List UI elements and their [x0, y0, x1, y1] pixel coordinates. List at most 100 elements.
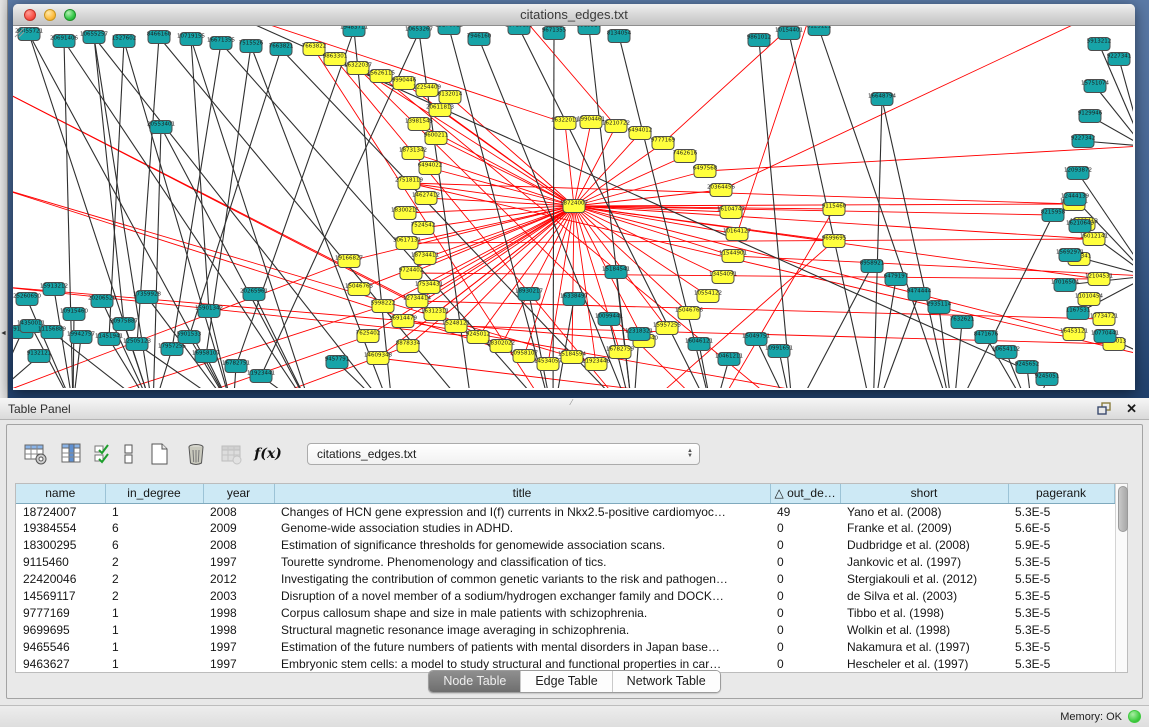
table-cell[interactable]: 5.3E-5	[1008, 554, 1114, 571]
table-cell[interactable]: Investigating the contribution of common…	[274, 571, 770, 588]
network-canvas-svg[interactable]: 1872400776638229863301163220371562611599…	[13, 26, 1133, 388]
table-cell[interactable]: 5.6E-5	[1008, 520, 1114, 537]
table-cell[interactable]: Disruption of a novel member of a sodium…	[274, 587, 770, 604]
table-cell[interactable]: 1	[105, 604, 203, 621]
table-cell[interactable]: 0	[770, 621, 840, 638]
select-columns-icon[interactable]	[57, 439, 87, 469]
column-header-name[interactable]: name	[16, 484, 105, 503]
function-builder-icon[interactable]: f(x)	[253, 439, 283, 469]
graph-edge[interactable]	[426, 198, 574, 206]
graph-edge[interactable]	[663, 26, 813, 143]
table-cell[interactable]: Tourette syndrome. Phenomenology and cla…	[274, 554, 770, 571]
table-cell[interactable]: 0	[770, 520, 840, 537]
delete-column-icon[interactable]	[181, 439, 211, 469]
graph-edge[interactable]	[456, 206, 574, 326]
window-titlebar[interactable]: citations_edges.txt	[13, 4, 1135, 26]
table-row[interactable]: 946554611997Estimation of the future num…	[16, 638, 1114, 655]
table-cell[interactable]: Franke et al. (2009)	[840, 520, 1008, 537]
table-cell[interactable]: Jankovic et al. (1997)	[840, 554, 1008, 571]
table-cell[interactable]: 0	[770, 554, 840, 571]
table-cell[interactable]: Structural magnetic resonance image aver…	[274, 621, 770, 638]
table-scrollbar[interactable]	[1115, 484, 1128, 672]
table-cell[interactable]: 5.3E-5	[1008, 503, 1114, 520]
table-cell[interactable]: 1	[105, 638, 203, 655]
graph-edge[interactable]	[501, 206, 574, 346]
graph-edge[interactable]	[94, 37, 124, 324]
graph-edge[interactable]	[793, 266, 872, 388]
tab-edge-table[interactable]: Edge Table	[520, 671, 611, 692]
graph-edge[interactable]	[574, 122, 591, 206]
table-cell[interactable]: 6	[105, 537, 203, 554]
graph-edge[interactable]	[124, 324, 153, 388]
table-cell[interactable]: 1	[105, 503, 203, 520]
table-settings-icon[interactable]	[21, 439, 51, 469]
table-cell[interactable]: 1998	[203, 621, 274, 638]
tab-network-table[interactable]: Network Table	[612, 671, 720, 692]
table-row[interactable]: 1938455462009Genome-wide association stu…	[16, 520, 1114, 537]
table-cell[interactable]: Estimation of significance thresholds fo…	[274, 537, 770, 554]
graph-edge[interactable]	[574, 206, 596, 364]
table-cell[interactable]: 9777169	[16, 604, 105, 621]
table-cell[interactable]: 2008	[203, 503, 274, 520]
table-panel-header[interactable]: ⁄ Table Panel ✕	[0, 398, 1149, 420]
table-cell[interactable]: Wolkin et al. (1998)	[840, 621, 1008, 638]
column-header-title[interactable]: title	[274, 484, 770, 503]
table-cell[interactable]: 5.3E-5	[1008, 587, 1114, 604]
network-canvas[interactable]: 1872400776638229863301163220371562611599…	[13, 26, 1133, 388]
column-header-pagerank[interactable]: pagerank	[1008, 484, 1114, 503]
table-cell[interactable]: 5.5E-5	[1008, 571, 1114, 588]
table-cell[interactable]: Corpus callosum shape and size in male p…	[274, 604, 770, 621]
column-header-in_degree[interactable]: in_degree	[105, 484, 203, 503]
panel-resize-grip[interactable]: ⁄	[571, 398, 572, 407]
table-cell[interactable]: 1997	[203, 554, 274, 571]
table-cell[interactable]: 18300295	[16, 537, 105, 554]
graph-edge[interactable]	[548, 206, 574, 364]
table-cell[interactable]: 2	[105, 571, 203, 588]
table-cell[interactable]: 6	[105, 520, 203, 537]
table-cell[interactable]: 5.9E-5	[1008, 537, 1114, 554]
close-panel-icon[interactable]: ✕	[1126, 402, 1137, 415]
table-cell[interactable]: Genome-wide association studies in ADHD.	[274, 520, 770, 537]
table-cell[interactable]: 9115460	[16, 554, 105, 571]
graph-edge[interactable]	[737, 26, 813, 234]
table-cell[interactable]: 5.3E-5	[1008, 621, 1114, 638]
table-cell[interactable]: 2012	[203, 571, 274, 588]
table-row[interactable]: 1872400712008Changes of HCN gene express…	[16, 503, 1114, 520]
table-cell[interactable]: Stergiakouli et al. (2012)	[840, 571, 1008, 588]
table-cell[interactable]: 0	[770, 604, 840, 621]
column-header-out_de[interactable]: △ out_de…	[770, 484, 840, 503]
table-cell[interactable]: 1	[105, 621, 203, 638]
graph-edge[interactable]	[358, 68, 574, 206]
table-cell[interactable]: 5.3E-5	[1008, 604, 1114, 621]
table-cell[interactable]: 0	[770, 587, 840, 604]
table-row[interactable]: 969969511998Structural magnetic resonanc…	[16, 621, 1114, 638]
column-header-short[interactable]: short	[840, 484, 1008, 503]
canvas-resize-grip[interactable]	[13, 26, 25, 38]
graph-edge[interactable]	[574, 206, 708, 296]
table-cell[interactable]: 49	[770, 503, 840, 520]
table-cell[interactable]: 14569117	[16, 587, 105, 604]
column-header-year[interactable]: year	[203, 484, 274, 503]
table-cell[interactable]: 1997	[203, 638, 274, 655]
graph-edge[interactable]	[953, 322, 962, 388]
table-cell[interactable]: de Silva et al. (2003)	[840, 587, 1008, 604]
table-cell[interactable]: Changes of HCN gene expression and I(f) …	[274, 503, 770, 520]
toggle-rows-icon[interactable]	[119, 439, 139, 469]
table-cell[interactable]: 9699695	[16, 621, 105, 638]
table-scrollbar-thumb[interactable]	[1118, 486, 1128, 532]
graph-edge[interactable]	[378, 358, 873, 388]
table-row[interactable]: 1456911722003Disruption of a novel membe…	[16, 587, 1114, 604]
graph-edge[interactable]	[572, 206, 574, 357]
tab-node-table[interactable]: Node Table	[429, 671, 520, 692]
graph-edge[interactable]	[574, 206, 1074, 334]
table-cell[interactable]: 1998	[203, 604, 274, 621]
graph-edge[interactable]	[1119, 59, 1133, 146]
table-cell[interactable]: Tibbo et al. (1998)	[840, 604, 1008, 621]
float-panel-icon[interactable]	[1097, 402, 1112, 415]
table-cell[interactable]: 0	[770, 537, 840, 554]
table-cell[interactable]: 18724007	[16, 503, 105, 520]
graph-edge[interactable]	[73, 314, 74, 388]
graph-edge[interactable]	[13, 332, 22, 388]
table-cell[interactable]: 22420046	[16, 571, 105, 588]
panel-collapse-arrow-icon[interactable]: ◄	[0, 330, 7, 337]
